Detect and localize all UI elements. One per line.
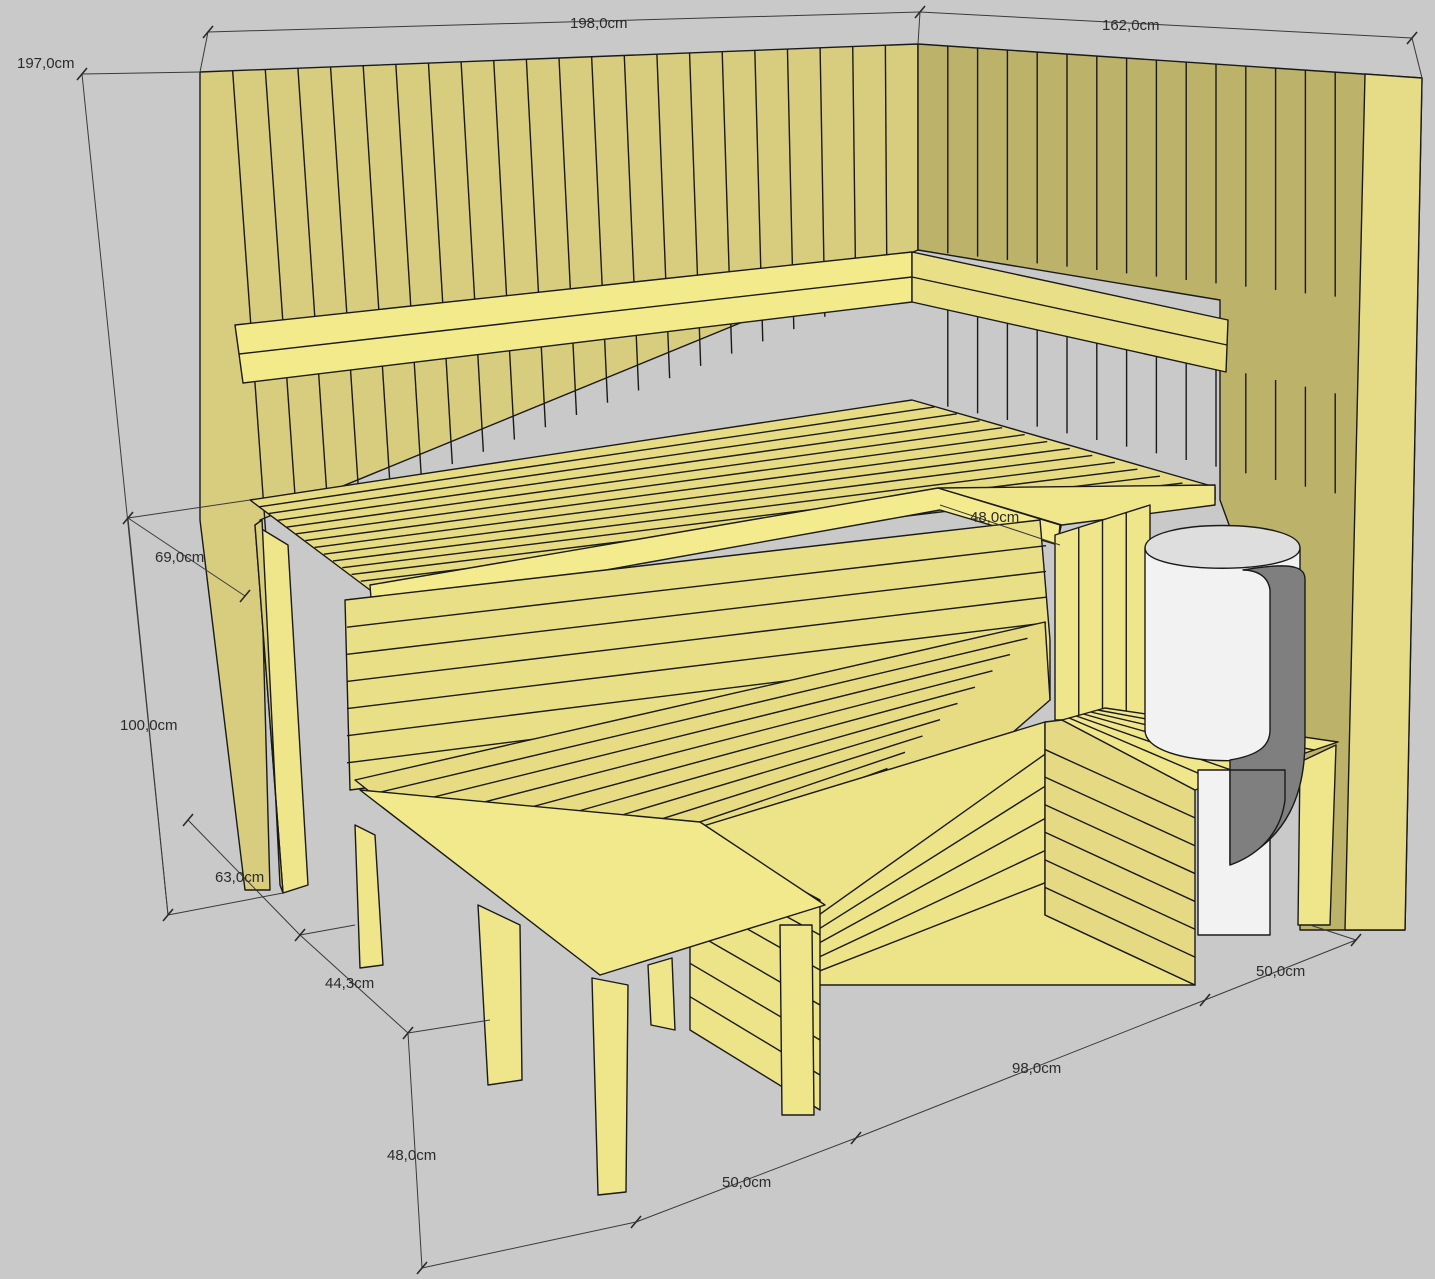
heater-platform-legs [1297, 744, 1337, 926]
sauna-diagram: 198,0cm 162,0cm 197,0cm 69,0cm 48,0cm 10… [17, 5, 1423, 1275]
dim-upper-bench-depth: 69,0cm [155, 549, 204, 566]
dim-wall-height: 197,0cm [17, 55, 75, 72]
dim-back-wall-width: 198,0cm [570, 15, 628, 32]
dim-upper-bench-extension: 48,0cm [970, 509, 1019, 526]
dim-lower-bench-offset: 44,3cm [325, 975, 374, 992]
dim-step-width: 50,0cm [722, 1174, 771, 1191]
dim-upper-bench-height: 100,0cm [120, 717, 178, 734]
upper-bench-side-panel [1054, 504, 1151, 721]
dim-step-height: 48,0cm [387, 1147, 436, 1164]
dim-heater-zone-width: 50,0cm [1256, 963, 1305, 980]
dim-lower-bench-length: 98,0cm [1012, 1060, 1061, 1077]
dim-lower-bench-depth: 63,0cm [215, 869, 264, 886]
dim-side-wall-width: 162,0cm [1102, 17, 1160, 34]
